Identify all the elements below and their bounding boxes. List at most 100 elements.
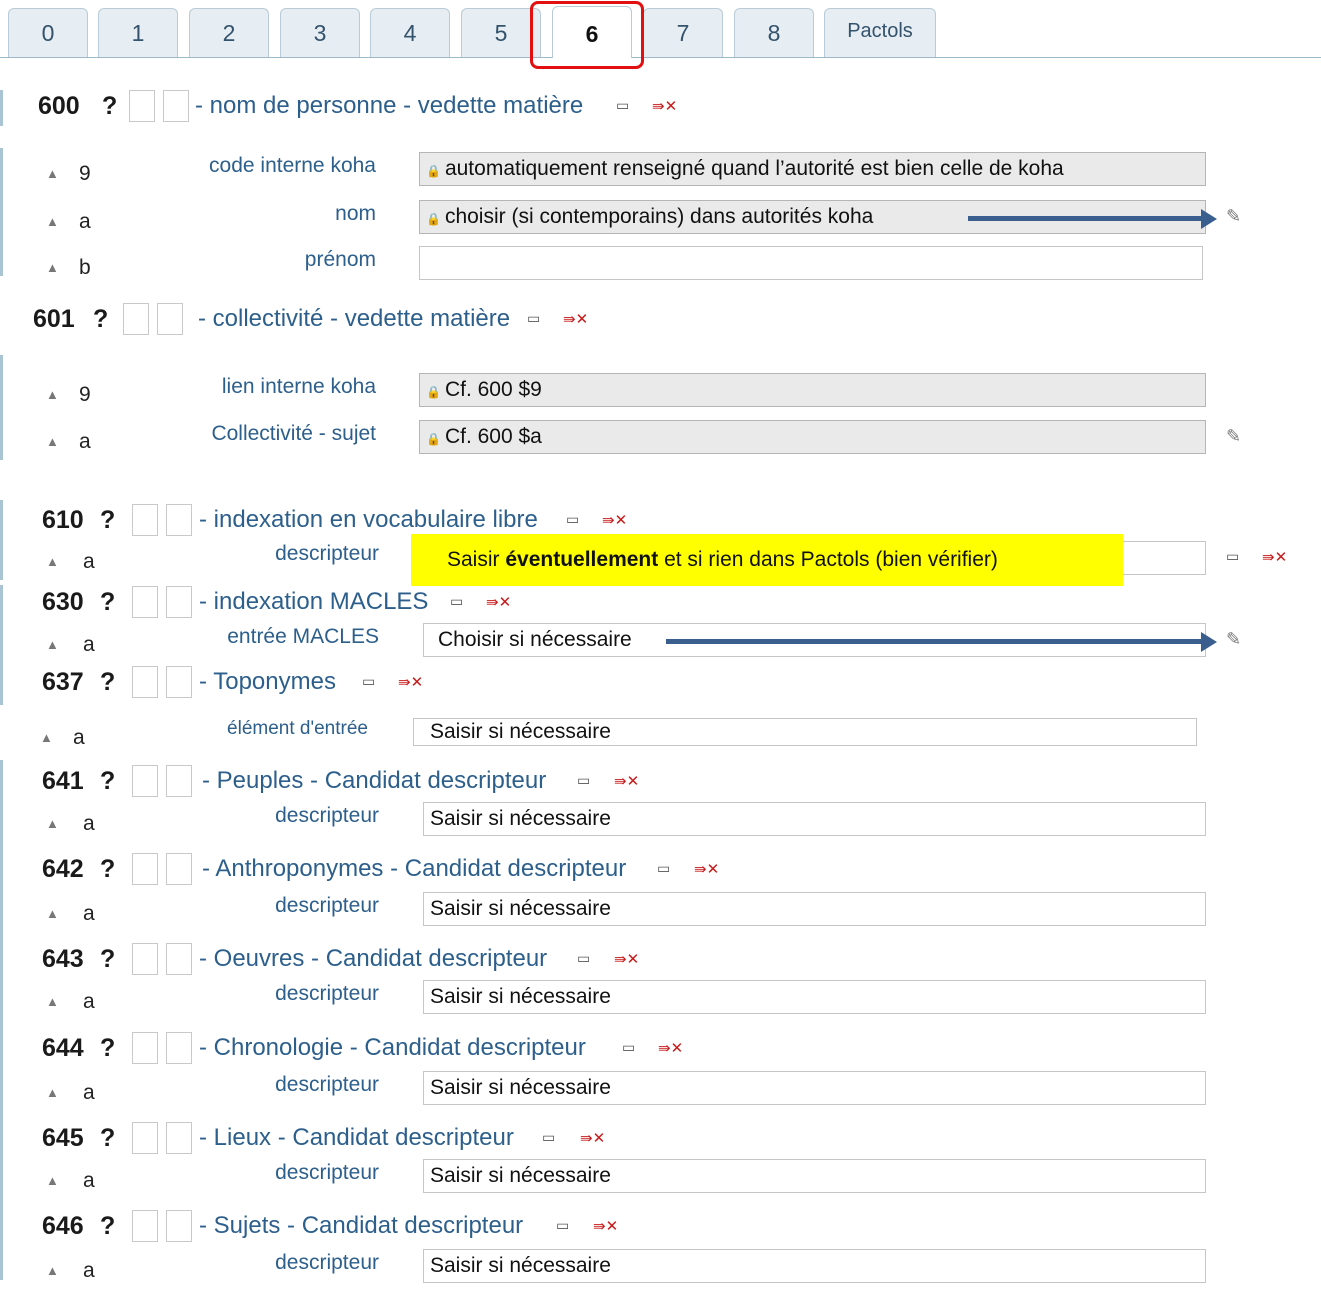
delete-field-icon[interactable]: ⇛✕ bbox=[486, 593, 511, 611]
repeat-field-icon[interactable]: ▭ bbox=[622, 1039, 635, 1056]
collapse-triangle-icon[interactable]: ▲ bbox=[46, 554, 59, 569]
delete-field-icon[interactable]: ⇛✕ bbox=[1262, 548, 1287, 566]
help-link[interactable]: ? bbox=[100, 588, 115, 617]
help-link[interactable]: ? bbox=[100, 1124, 115, 1153]
help-link[interactable]: ? bbox=[100, 767, 115, 796]
indicator-1[interactable] bbox=[132, 586, 158, 618]
collapse-triangle-icon[interactable]: ▲ bbox=[46, 816, 59, 831]
edit-authority-icon[interactable]: ✎ bbox=[1226, 629, 1241, 650]
subfield-input[interactable]: Saisir si nécessaire bbox=[423, 980, 1206, 1014]
field-title[interactable]: - Peuples - Candidat descripteur bbox=[202, 767, 546, 795]
help-link[interactable]: ? bbox=[93, 305, 108, 334]
field-title[interactable]: - nom de personne - vedette matière bbox=[195, 92, 583, 120]
tab-pactols[interactable]: Pactols bbox=[824, 8, 936, 57]
collapse-triangle-icon[interactable]: ▲ bbox=[40, 730, 53, 745]
subfield-input[interactable]: 🔒 Cf. 600 $9 bbox=[419, 373, 1206, 407]
collapse-triangle-icon[interactable]: ▲ bbox=[46, 906, 59, 921]
tab-2[interactable]: 2 bbox=[189, 8, 269, 57]
collapse-triangle-icon[interactable]: ▲ bbox=[46, 387, 59, 402]
delete-field-icon[interactable]: ⇛✕ bbox=[614, 772, 639, 790]
collapse-triangle-icon[interactable]: ▲ bbox=[46, 260, 59, 275]
field-title[interactable]: - collectivité - vedette matière bbox=[198, 305, 510, 333]
delete-field-icon[interactable]: ⇛✕ bbox=[694, 860, 719, 878]
repeat-field-icon[interactable]: ▭ bbox=[566, 511, 579, 528]
subfield-input[interactable]: 🔒 automatiquement renseigné quand l’autor… bbox=[419, 152, 1206, 186]
field-title[interactable]: - Chronologie - Candidat descripteur bbox=[199, 1034, 586, 1062]
indicator-1[interactable] bbox=[132, 1210, 158, 1242]
subfield-input[interactable]: Saisir si nécessaire bbox=[423, 1159, 1206, 1193]
subfield-input[interactable]: Saisir si nécessaire bbox=[423, 892, 1206, 926]
field-title[interactable]: - Sujets - Candidat descripteur bbox=[199, 1212, 523, 1240]
indicator-2[interactable] bbox=[166, 666, 192, 698]
collapse-triangle-icon[interactable]: ▲ bbox=[46, 1263, 59, 1278]
delete-field-icon[interactable]: ⇛✕ bbox=[602, 511, 627, 529]
indicator-1[interactable] bbox=[132, 765, 158, 797]
delete-field-icon[interactable]: ⇛✕ bbox=[658, 1039, 683, 1057]
subfield-input[interactable]: Saisir si nécessaire bbox=[423, 1249, 1206, 1283]
indicator-1[interactable] bbox=[123, 303, 149, 335]
help-link[interactable]: ? bbox=[100, 945, 115, 974]
help-link[interactable]: ? bbox=[100, 1212, 115, 1241]
indicator-2[interactable] bbox=[166, 586, 192, 618]
indicator-2[interactable] bbox=[166, 765, 192, 797]
help-link[interactable]: ? bbox=[102, 92, 117, 121]
subfield-input[interactable]: Saisir si nécessaire bbox=[423, 1071, 1206, 1105]
repeat-field-icon[interactable]: ▭ bbox=[450, 593, 463, 610]
subfield-input[interactable]: Saisir si nécessaire bbox=[423, 802, 1206, 836]
edit-authority-icon[interactable]: ✎ bbox=[1226, 206, 1241, 227]
indicator-1[interactable] bbox=[132, 1122, 158, 1154]
collapse-triangle-icon[interactable]: ▲ bbox=[46, 214, 59, 229]
tab-5[interactable]: 5 bbox=[461, 8, 541, 57]
indicator-1[interactable] bbox=[129, 90, 155, 122]
repeat-field-icon[interactable]: ▭ bbox=[577, 950, 590, 967]
field-title[interactable]: - indexation en vocabulaire libre bbox=[199, 506, 538, 534]
subfield-input[interactable]: 🔒 Cf. 600 $a bbox=[419, 420, 1206, 454]
field-title[interactable]: - Lieux - Candidat descripteur bbox=[199, 1124, 514, 1152]
delete-field-icon[interactable]: ⇛✕ bbox=[614, 950, 639, 968]
collapse-triangle-icon[interactable]: ▲ bbox=[46, 637, 59, 652]
collapse-triangle-icon[interactable]: ▲ bbox=[46, 434, 59, 449]
indicator-1[interactable] bbox=[132, 943, 158, 975]
help-link[interactable]: ? bbox=[100, 506, 115, 535]
collapse-triangle-icon[interactable]: ▲ bbox=[46, 994, 59, 1009]
field-title[interactable]: - Oeuvres - Candidat descripteur bbox=[199, 945, 547, 973]
tab-8[interactable]: 8 bbox=[734, 8, 814, 57]
indicator-2[interactable] bbox=[157, 303, 183, 335]
indicator-1[interactable] bbox=[132, 666, 158, 698]
tab-4[interactable]: 4 bbox=[370, 8, 450, 57]
repeat-field-icon[interactable]: ▭ bbox=[362, 673, 375, 690]
subfield-input[interactable]: Saisir si nécessaire bbox=[413, 718, 1197, 746]
delete-field-icon[interactable]: ⇛✕ bbox=[580, 1129, 605, 1147]
repeat-field-icon[interactable]: ▭ bbox=[1226, 548, 1239, 565]
indicator-2[interactable] bbox=[166, 943, 192, 975]
tab-1[interactable]: 1 bbox=[98, 8, 178, 57]
repeat-field-icon[interactable]: ▭ bbox=[542, 1129, 555, 1146]
collapse-triangle-icon[interactable]: ▲ bbox=[46, 1085, 59, 1100]
tab-7[interactable]: 7 bbox=[643, 8, 723, 57]
repeat-field-icon[interactable]: ▭ bbox=[577, 772, 590, 789]
delete-field-icon[interactable]: ⇛✕ bbox=[398, 673, 423, 691]
indicator-2[interactable] bbox=[166, 1210, 192, 1242]
delete-field-icon[interactable]: ⇛✕ bbox=[593, 1217, 618, 1235]
indicator-2[interactable] bbox=[166, 1032, 192, 1064]
indicator-2[interactable] bbox=[163, 90, 189, 122]
indicator-2[interactable] bbox=[166, 504, 192, 536]
field-title[interactable]: - Toponymes bbox=[199, 668, 336, 696]
indicator-1[interactable] bbox=[132, 1032, 158, 1064]
delete-field-icon[interactable]: ⇛✕ bbox=[652, 97, 677, 115]
collapse-triangle-icon[interactable]: ▲ bbox=[46, 166, 59, 181]
collapse-triangle-icon[interactable]: ▲ bbox=[46, 1173, 59, 1188]
help-link[interactable]: ? bbox=[100, 855, 115, 884]
help-link[interactable]: ? bbox=[100, 1034, 115, 1063]
indicator-1[interactable] bbox=[132, 853, 158, 885]
indicator-2[interactable] bbox=[166, 853, 192, 885]
repeat-field-icon[interactable]: ▭ bbox=[527, 310, 540, 327]
delete-field-icon[interactable]: ⇛✕ bbox=[563, 310, 588, 328]
subfield-input[interactable] bbox=[419, 246, 1203, 280]
field-title[interactable]: - indexation MACLES bbox=[199, 588, 428, 616]
tab-3[interactable]: 3 bbox=[280, 8, 360, 57]
repeat-field-icon[interactable]: ▭ bbox=[616, 97, 629, 114]
field-title[interactable]: - Anthroponymes - Candidat descripteur bbox=[202, 855, 626, 883]
repeat-field-icon[interactable]: ▭ bbox=[556, 1217, 569, 1234]
indicator-2[interactable] bbox=[166, 1122, 192, 1154]
